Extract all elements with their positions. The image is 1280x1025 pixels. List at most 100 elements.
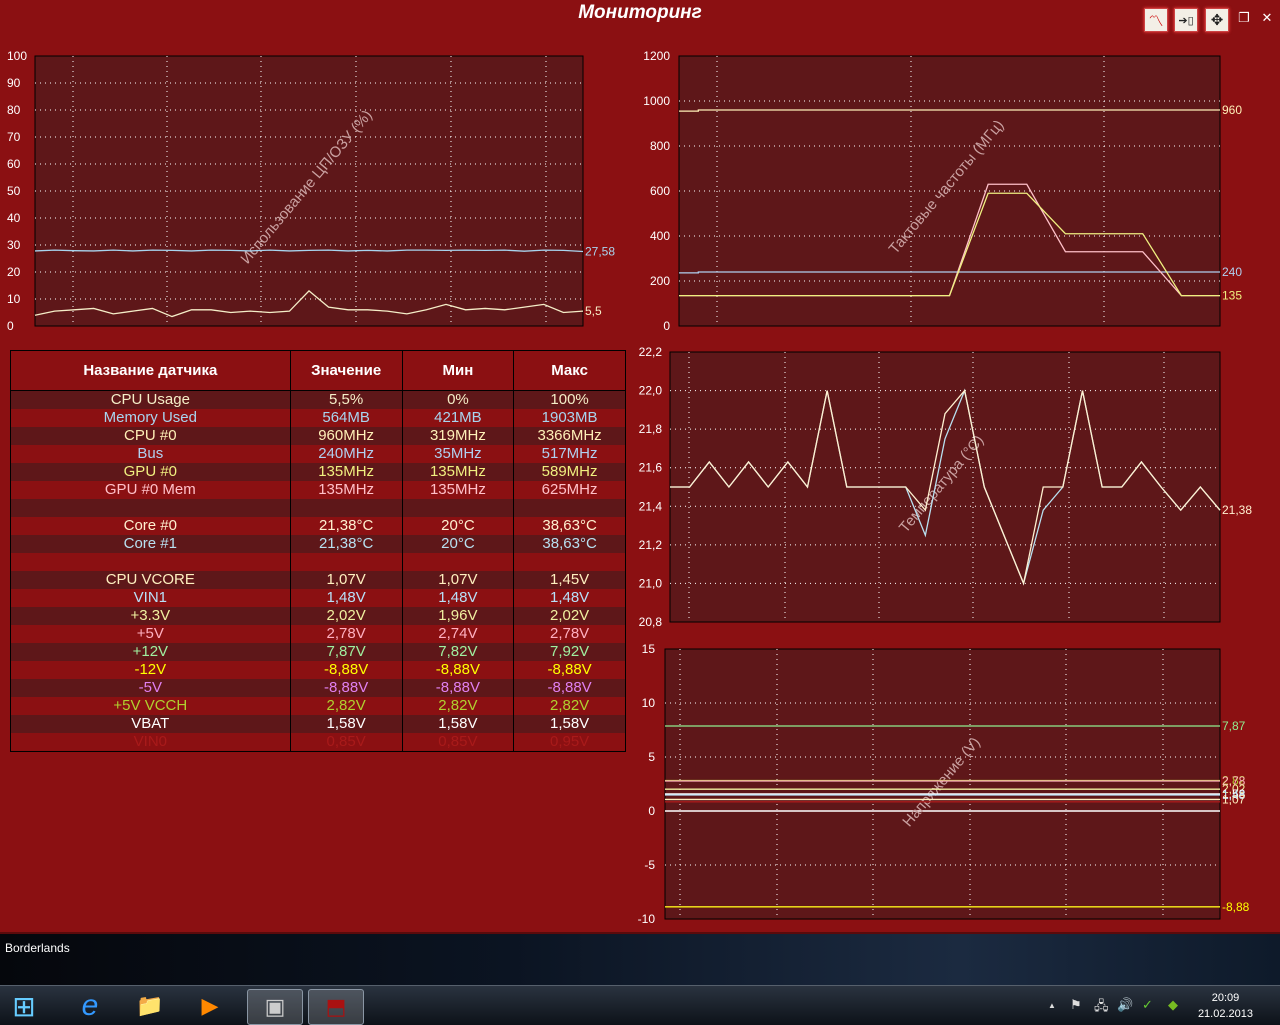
cell-min: -8,88V: [402, 661, 515, 679]
y-tick-label: 70: [7, 130, 21, 144]
cell-value: 135MHz: [290, 481, 403, 499]
cell-name: VBAT: [10, 715, 291, 733]
series-value-label: 21,38: [1222, 503, 1252, 517]
security-icon[interactable]: ✓: [1142, 997, 1153, 1013]
cell-value: 21,38°C: [290, 517, 403, 535]
y-tick-label: 100: [7, 49, 27, 63]
cell-min: [402, 499, 515, 517]
volume-icon[interactable]: 🔊: [1117, 997, 1133, 1013]
table-row: CPU VCORE 1,07V 1,07V 1,45V: [10, 571, 626, 589]
y-tick-label: 21,2: [639, 538, 663, 552]
y-tick-label: 1200: [643, 49, 670, 63]
cell-name: +12V: [10, 643, 291, 661]
cell-value: 240MHz: [290, 445, 403, 463]
cell-min: 0,85V: [402, 733, 515, 752]
y-tick-label: 21,8: [639, 422, 663, 436]
cell-name: Bus: [10, 445, 291, 463]
y-tick-label: 10: [7, 292, 21, 306]
cell-name: VIN1: [10, 589, 291, 607]
cell-name: [10, 553, 291, 571]
y-tick-label: 21,4: [639, 499, 663, 513]
cell-name: VIN0: [10, 733, 291, 752]
cell-max: 625MHz: [513, 481, 626, 499]
y-tick-label: -10: [638, 912, 656, 926]
y-tick-label: 200: [650, 274, 670, 288]
y-tick-label: 60: [7, 157, 21, 171]
monitoring-window: Мониторинг 〽 ➔▯ ✥ ❐ ✕ 0 10 20 30 40 50 60 70 80 9…: [0, 0, 1280, 934]
usage-chart: 0102030405060708090100Использование ЦП/О…: [7, 49, 615, 333]
series-value-label: 960: [1222, 103, 1242, 117]
table-row: VBAT 1,58V 1,58V 1,58V: [10, 715, 626, 733]
table-row: -12V -8,88V -8,88V -8,88V: [10, 661, 626, 679]
cell-name: Memory Used: [10, 409, 291, 427]
y-tick-label: 21,0: [639, 576, 663, 590]
cell-max: 2,78V: [513, 625, 626, 643]
y-tick-label: 20,8: [639, 615, 663, 629]
cell-max: [513, 499, 626, 517]
cell-value: 2,02V: [290, 607, 403, 625]
aida-app-icon[interactable]: ⬒: [308, 989, 364, 1025]
cell-max: 517MHz: [513, 445, 626, 463]
y-tick-label: 20: [7, 265, 21, 279]
cell-name: CPU #0: [10, 427, 291, 445]
y-tick-label: 1000: [643, 94, 670, 108]
cell-name: -5V: [10, 679, 291, 697]
cell-min: 319MHz: [402, 427, 515, 445]
action-center-icon[interactable]: ⚑: [1070, 997, 1082, 1013]
header-sensor-name: Название датчика: [10, 350, 291, 391]
explorer-icon[interactable]: 📁: [130, 989, 170, 1023]
cell-name: GPU #0 Mem: [10, 481, 291, 499]
table-row: CPU Usage 5,5% 0% 100%: [10, 390, 626, 409]
y-tick-label: 800: [650, 139, 670, 153]
sensor-table: Название датчика Значение Мин Макс CPU U…: [10, 350, 626, 752]
cell-name: [10, 499, 291, 517]
cell-min: 20°C: [402, 517, 515, 535]
cell-max: 7,92V: [513, 643, 626, 661]
table-row: GPU #0 135MHz 135MHz 589MHz: [10, 463, 626, 481]
cell-name: +5V VCCH: [10, 697, 291, 715]
header-value: Значение: [290, 350, 403, 391]
y-tick-label: 21,6: [639, 461, 663, 475]
series-value-label: 7,87: [1222, 719, 1246, 733]
clock[interactable]: 20:09 21.02.2013: [1198, 990, 1253, 1022]
table-row: VIN1 1,48V 1,48V 1,48V: [10, 589, 626, 607]
y-tick-label: 400: [650, 229, 670, 243]
cell-name: -12V: [10, 661, 291, 679]
tray-expand-icon[interactable]: ▲: [1048, 1001, 1056, 1010]
internet-explorer-icon[interactable]: e: [70, 989, 110, 1023]
cell-name: Core #1: [10, 535, 291, 553]
volts-chart: -10-5051015Напряжение (V)7,872,822,782,0…: [638, 642, 1250, 926]
monitor-app-icon[interactable]: ▣: [247, 989, 303, 1025]
table-row: +12V 7,87V 7,82V 7,92V: [10, 643, 626, 661]
cell-max: 0,95V: [513, 733, 626, 752]
cell-max: 589MHz: [513, 463, 626, 481]
table-row: Bus 240MHz 35MHz 517MHz: [10, 445, 626, 463]
y-tick-label: 40: [7, 211, 21, 225]
nvidia-icon[interactable]: ◆: [1168, 997, 1178, 1013]
desktop-shortcut-borderlands[interactable]: Borderlands: [5, 941, 70, 955]
temps-chart: 20,821,021,221,421,621,822,022,2Температ…: [639, 345, 1253, 629]
cell-min: 135MHz: [402, 481, 515, 499]
cell-max: 1,45V: [513, 571, 626, 589]
table-header-row: Название датчика Значение Мин Макс: [10, 350, 626, 391]
start-button[interactable]: ⊞: [4, 989, 44, 1023]
table-row: Core #1 21,38°C 20°C 38,63°C: [10, 535, 626, 553]
cell-value: 7,87V: [290, 643, 403, 661]
y-tick-label: 10: [642, 696, 656, 710]
cell-value: 135MHz: [290, 463, 403, 481]
cell-value: [290, 553, 403, 571]
y-tick-label: -5: [644, 858, 655, 872]
cell-max: 1,48V: [513, 589, 626, 607]
header-min: Мин: [402, 350, 515, 391]
cell-value: 21,38°C: [290, 535, 403, 553]
cell-name: Core #0: [10, 517, 291, 535]
cell-max: 3366MHz: [513, 427, 626, 445]
y-tick-label: 0: [663, 319, 670, 333]
cell-value: 960MHz: [290, 427, 403, 445]
series-value-label: 1,07: [1222, 792, 1246, 806]
network-icon[interactable]: 🖧: [1094, 997, 1109, 1019]
cell-value: -8,88V: [290, 679, 403, 697]
media-player-icon[interactable]: ▶: [190, 989, 230, 1023]
cell-value: 1,58V: [290, 715, 403, 733]
cell-value: 2,78V: [290, 625, 403, 643]
